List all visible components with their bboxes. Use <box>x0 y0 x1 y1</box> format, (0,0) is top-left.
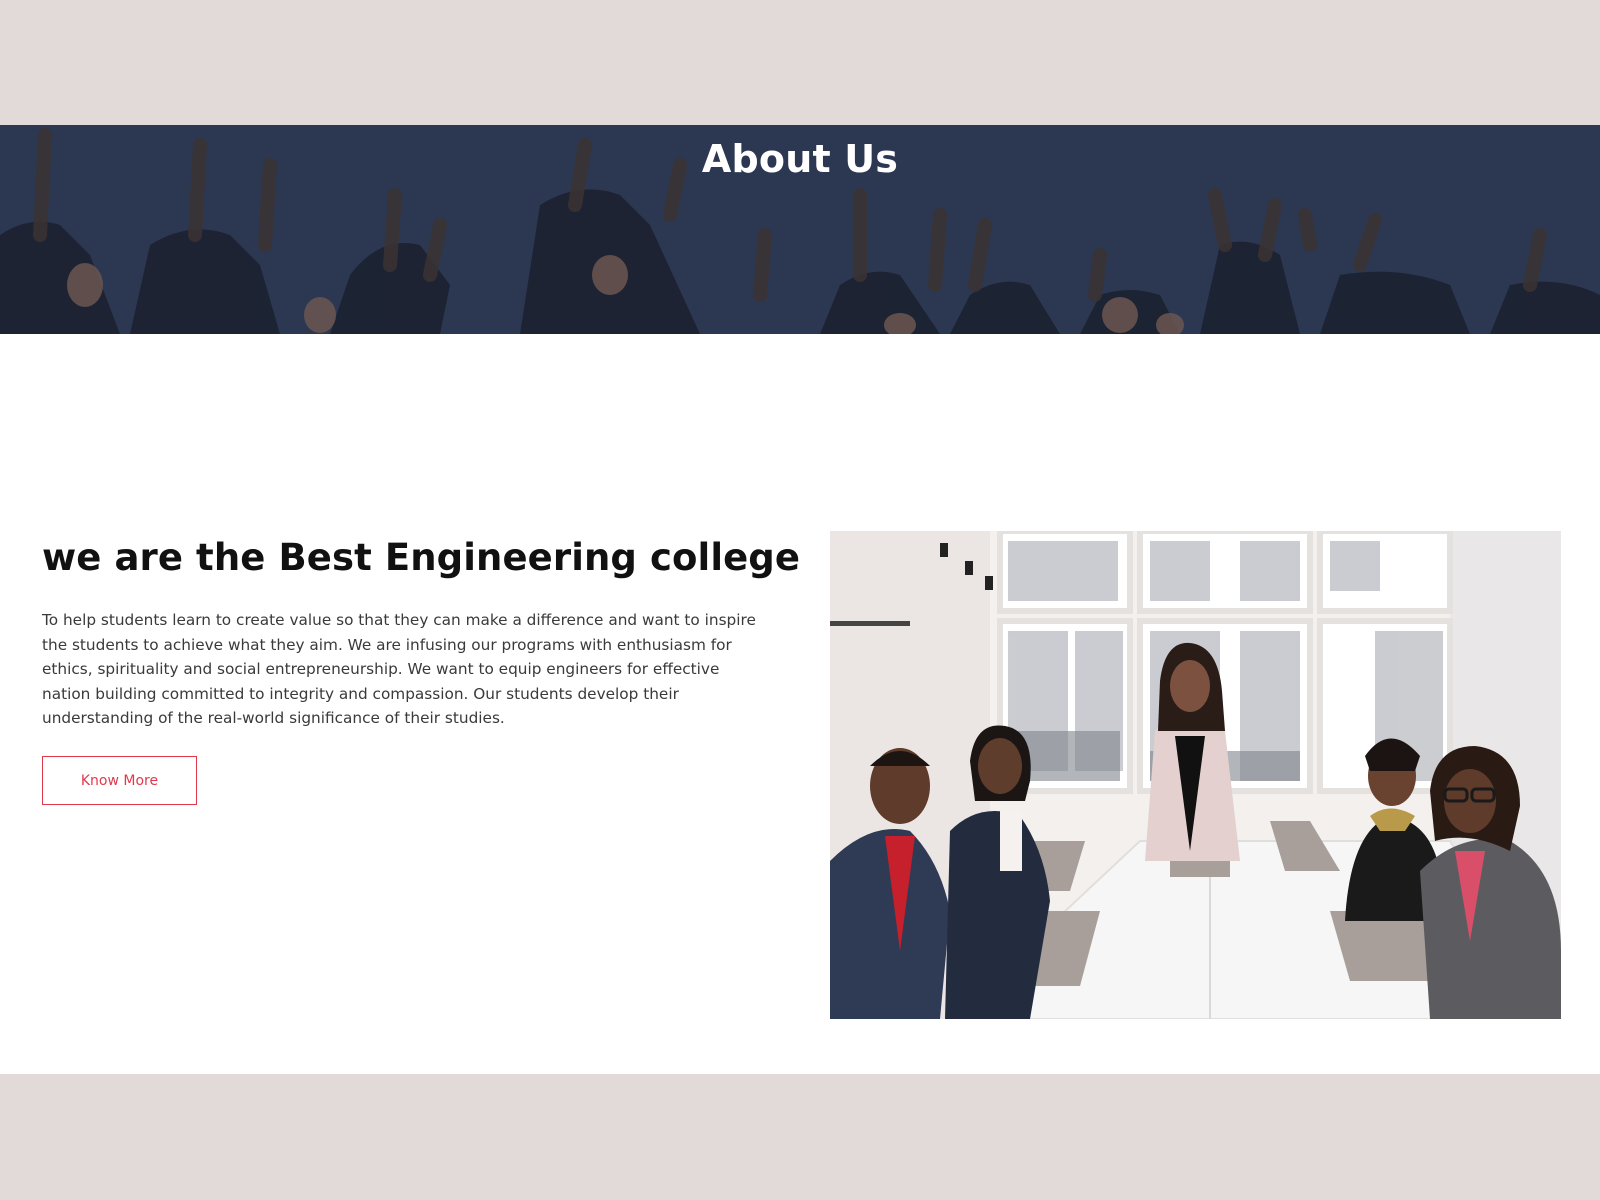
know-more-button[interactable]: Know More <box>42 756 197 805</box>
hero-banner: About Us <box>0 125 1600 334</box>
about-section: we are the Best Engineering college To h… <box>0 334 1600 1074</box>
about-paragraph: To help students learn to create value s… <box>42 611 756 727</box>
about-headline: we are the Best Engineering college <box>42 536 801 579</box>
team-meeting-photo <box>830 531 1561 1019</box>
page-title: About Us <box>701 137 899 181</box>
